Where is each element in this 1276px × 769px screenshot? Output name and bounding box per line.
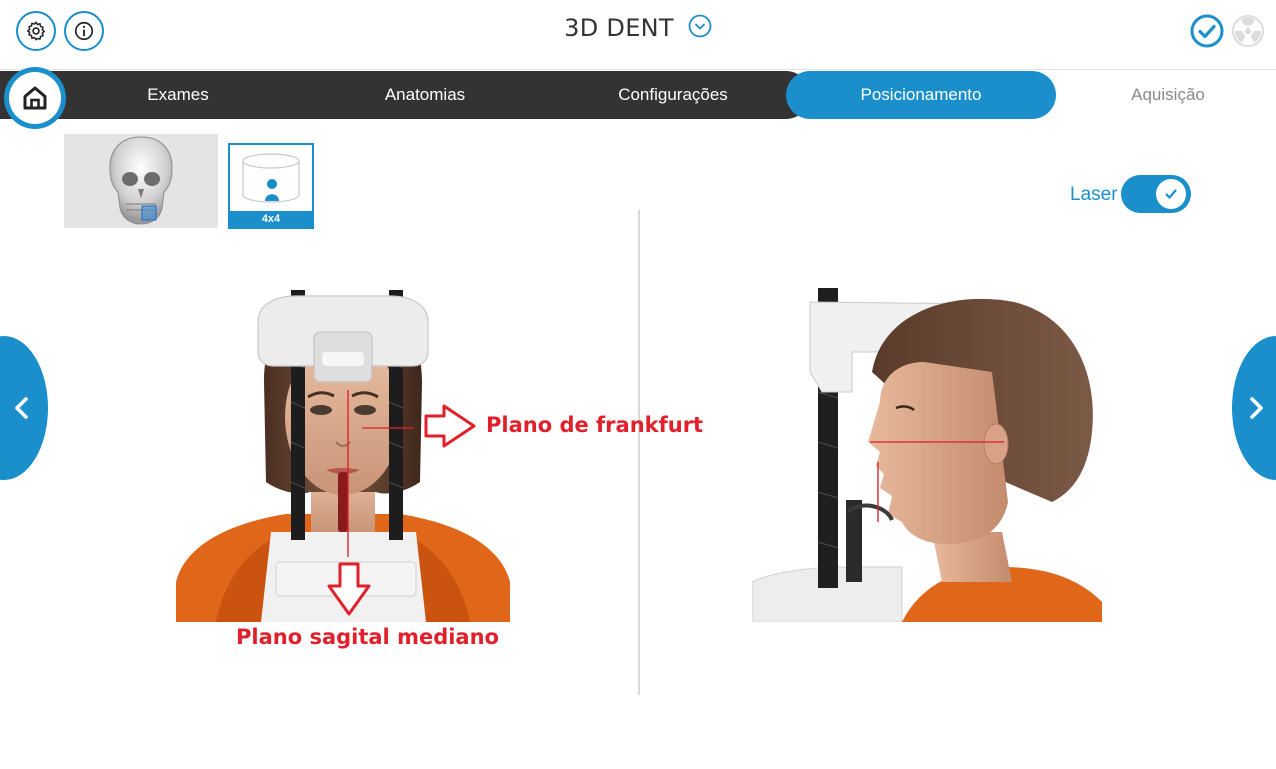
sagittal-plane-annotation: Plano sagital mediano [236, 625, 499, 649]
next-button[interactable] [1232, 336, 1276, 480]
laser-toggle[interactable] [1121, 175, 1191, 213]
side-positioning-image [751, 282, 1102, 623]
app-title-wrap: 3D DENT [0, 14, 1276, 44]
chevron-left-icon [15, 397, 28, 419]
step-nav: Exames Anatomias Configurações Posiciona… [0, 71, 1276, 119]
tab-anatomias[interactable]: Anatomias [306, 71, 544, 119]
chevron-down-icon [688, 14, 712, 38]
view-divider [638, 210, 640, 695]
confirm-button[interactable] [1190, 14, 1224, 53]
check-icon [1165, 189, 1177, 199]
home-icon [23, 86, 47, 110]
radiation-button[interactable] [1231, 14, 1265, 53]
previous-button[interactable] [0, 336, 48, 480]
radiation-icon [1232, 15, 1264, 47]
tab-posicionamento[interactable]: Posicionamento [786, 71, 1056, 119]
fov-thumbnail[interactable]: 4x4 [228, 143, 314, 229]
fov-cylinder-icon [242, 153, 300, 203]
tab-aquisicao[interactable]: Aquisição [1060, 71, 1276, 119]
tab-exames[interactable]: Exames [60, 71, 296, 119]
laser-label: Laser [1070, 184, 1118, 205]
title-dropdown[interactable] [688, 14, 712, 44]
home-button-inner [9, 72, 61, 124]
front-positioning-image [176, 282, 510, 622]
app-title: 3D DENT [564, 14, 674, 42]
tab-configuracoes[interactable]: Configurações [554, 71, 792, 119]
check-circle-icon [1190, 14, 1224, 48]
chevron-right-icon [1250, 397, 1263, 419]
home-button[interactable] [4, 67, 66, 129]
frankfurt-plane-annotation: Plano de frankfurt [486, 413, 704, 437]
skull-image [109, 136, 173, 225]
app-header: 3D DENT [0, 0, 1276, 70]
toggle-knob [1156, 179, 1186, 209]
fov-label: 4x4 [230, 211, 312, 227]
anatomy-thumbnail[interactable] [64, 134, 218, 228]
